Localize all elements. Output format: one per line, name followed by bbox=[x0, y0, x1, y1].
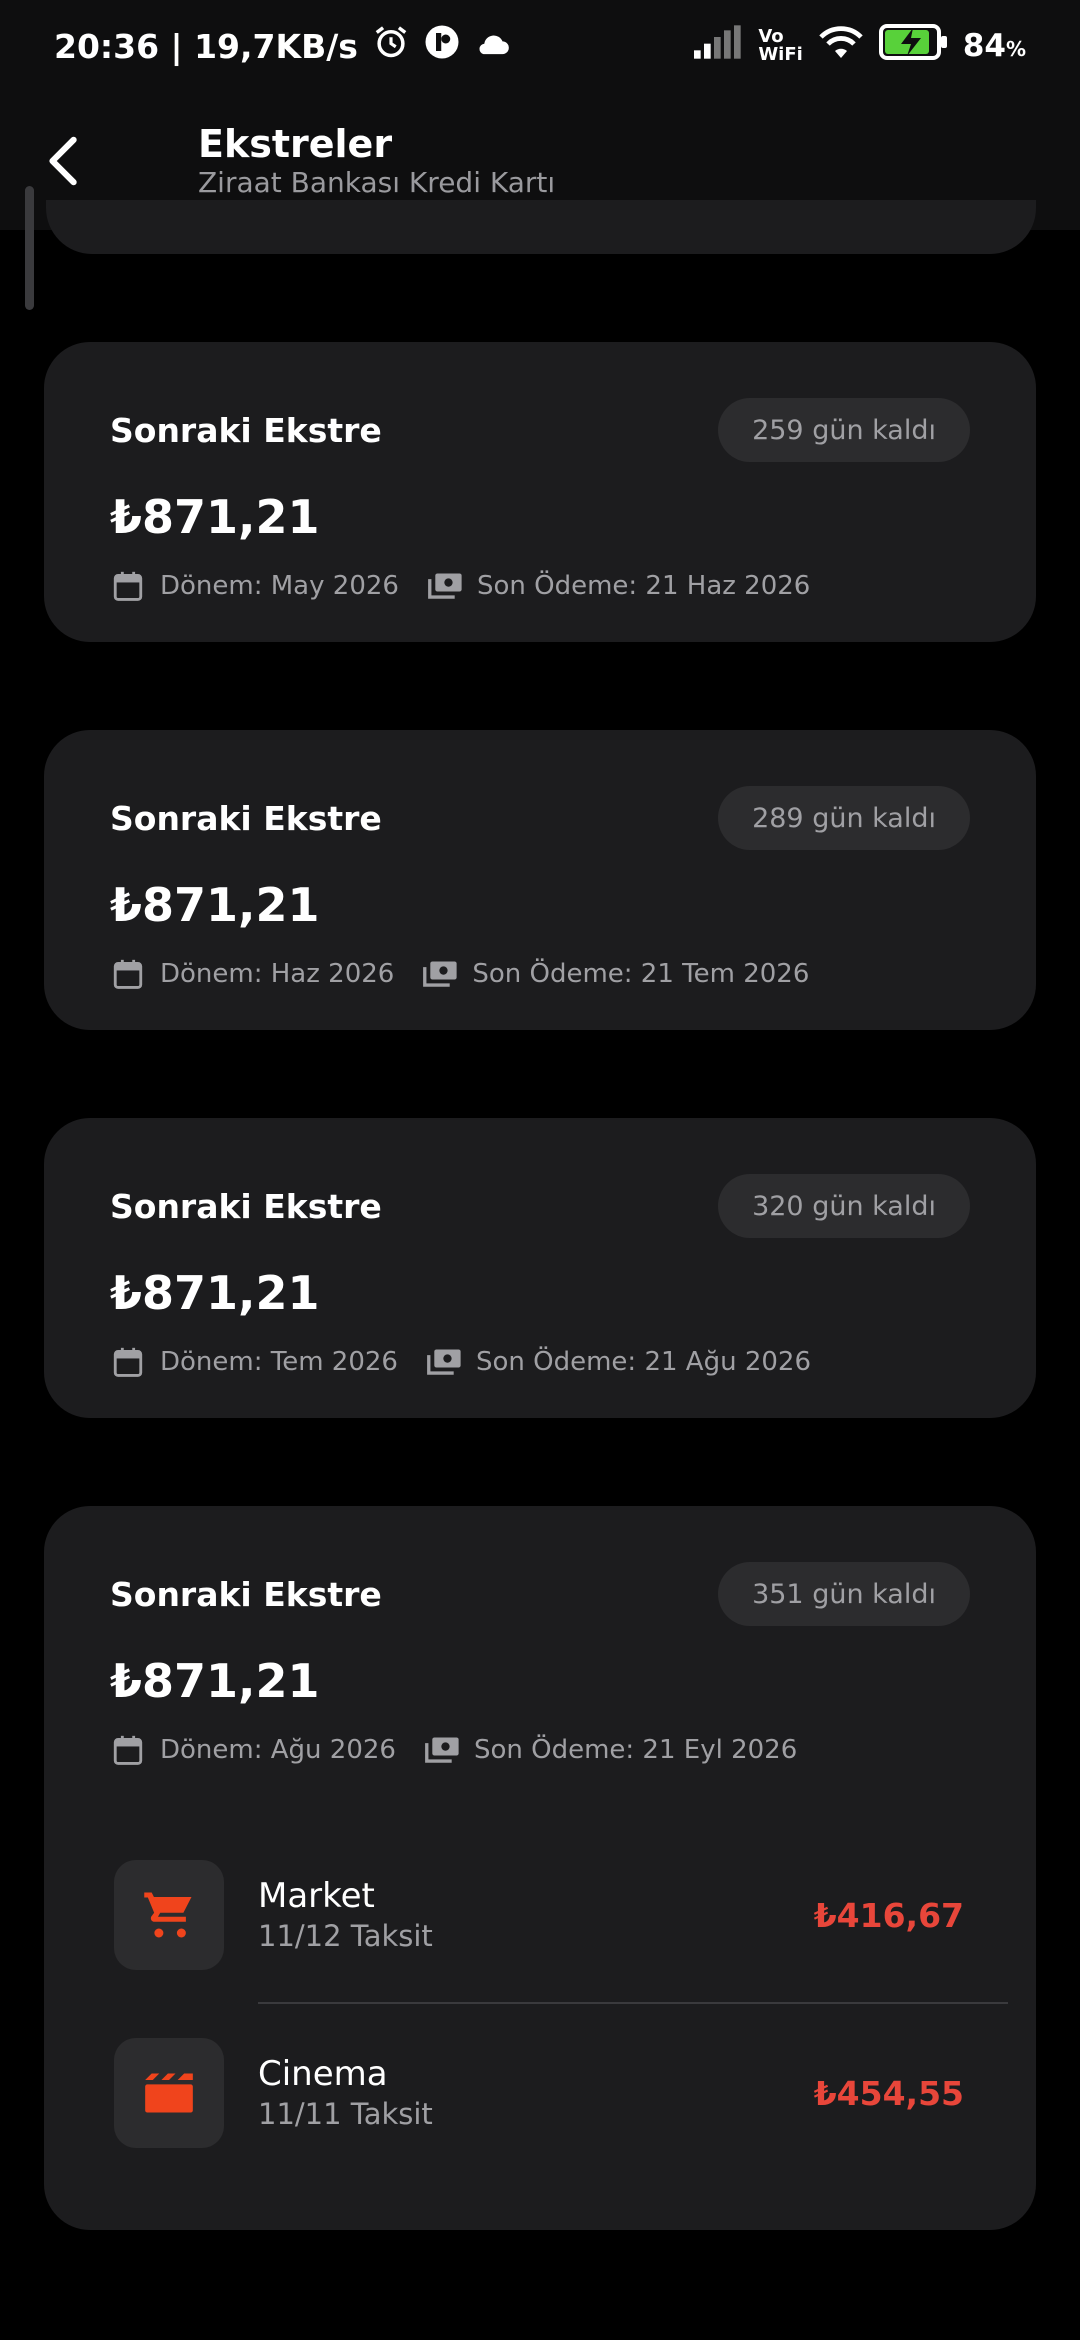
statement-amount: ₺871,21 bbox=[110, 1654, 320, 1708]
payments-icon bbox=[427, 568, 463, 604]
transaction-icon-box bbox=[114, 1860, 224, 1970]
period-text: Dönem: Ağu 2026 bbox=[160, 1735, 396, 1765]
due-date-info: Son Ödeme: 21 Haz 2026 bbox=[427, 568, 810, 604]
payments-icon bbox=[426, 1344, 462, 1380]
payments-icon bbox=[424, 1732, 460, 1768]
transaction-row[interactable]: Cinema 11/11 Taksit ₺454,55 bbox=[114, 2038, 1008, 2148]
card-meta: Dönem: Tem 2026 Son Ödeme: 21 Ağu 2026 bbox=[110, 1340, 839, 1384]
card-meta: Dönem: Ağu 2026 Son Ödeme: 21 Eyl 2026 bbox=[110, 1728, 825, 1772]
transaction-text: Cinema 11/11 Taksit bbox=[258, 2053, 814, 2133]
days-remaining-badge: 320 gün kaldı bbox=[718, 1174, 970, 1238]
card-title: Sonraki Ekstre bbox=[110, 1186, 382, 1226]
statement-amount: ₺871,21 bbox=[110, 1266, 320, 1320]
due-date-text: Son Ödeme: 21 Ağu 2026 bbox=[475, 1347, 812, 1377]
back-arrow-icon bbox=[49, 136, 77, 186]
movie-clapper-icon bbox=[145, 2073, 193, 2113]
period-text: Dönem: Haz 2026 bbox=[160, 959, 395, 989]
statement-amount: ₺871,21 bbox=[110, 878, 320, 932]
calendar-icon bbox=[110, 1344, 146, 1380]
page-subtitle: Ziraat Bankası Kredi Kartı bbox=[198, 166, 556, 199]
card-header: Sonraki Ekstre 320 gün kaldı bbox=[110, 1174, 970, 1238]
days-remaining-badge: 259 gün kaldı bbox=[718, 398, 970, 462]
transaction-icon-box bbox=[114, 2038, 224, 2148]
card-title: Sonraki Ekstre bbox=[110, 1574, 382, 1614]
due-date-info: Son Ödeme: 21 Ağu 2026 bbox=[426, 1344, 811, 1380]
transaction-row[interactable]: Market 11/12 Taksit ₺416,67 bbox=[114, 1860, 1008, 1970]
transaction-amount: ₺454,55 bbox=[813, 2073, 964, 2113]
card-header: Sonraki Ekstre 289 gün kaldı bbox=[110, 786, 970, 850]
due-date-text: Son Ödeme: 21 Tem 2026 bbox=[472, 959, 810, 989]
calendar-icon bbox=[110, 956, 146, 992]
statement-card-expanded[interactable]: Sonraki Ekstre 351 gün kaldı ₺871,21 Dön… bbox=[44, 1506, 1036, 2230]
period-info: Dönem: Haz 2026 bbox=[110, 956, 394, 992]
period-info: Dönem: May 2026 bbox=[110, 568, 399, 604]
cloud-icon bbox=[474, 27, 512, 66]
previous-card-edge[interactable] bbox=[46, 200, 1036, 254]
title-block: Ekstreler Ziraat Bankası Kredi Kartı bbox=[198, 122, 555, 200]
due-date-text: Son Ödeme: 21 Eyl 2026 bbox=[473, 1735, 798, 1765]
period-info: Dönem: Ağu 2026 bbox=[110, 1732, 396, 1768]
page-title: Ekstreler bbox=[198, 122, 393, 166]
scrollbar-thumb[interactable] bbox=[25, 186, 34, 310]
battery-percent: 84% bbox=[962, 28, 1026, 64]
calendar-icon bbox=[110, 568, 146, 604]
statement-card[interactable]: Sonraki Ekstre 320 gün kaldı ₺871,21 Dön… bbox=[44, 1118, 1036, 1418]
due-date-info: Son Ödeme: 21 Eyl 2026 bbox=[424, 1732, 797, 1768]
due-date-text: Son Ödeme: 21 Haz 2026 bbox=[476, 571, 811, 601]
transaction-installment: 11/11 Taksit bbox=[258, 2097, 433, 2131]
transaction-amount: ₺416,67 bbox=[813, 1895, 964, 1935]
vowifi-indicator: Vo WiFi bbox=[758, 26, 803, 65]
alarm-icon bbox=[372, 23, 410, 69]
card-meta: Dönem: Haz 2026 Son Ödeme: 21 Tem 2026 bbox=[110, 952, 837, 996]
status-time-speed: 20:36 | 19,7KB/s bbox=[54, 26, 358, 66]
days-remaining-badge: 351 gün kaldı bbox=[718, 1562, 970, 1626]
transaction-name: Cinema bbox=[258, 2054, 388, 2094]
transaction-installment: 11/12 Taksit bbox=[258, 1919, 433, 1953]
signal-icon bbox=[694, 25, 744, 67]
cart-icon bbox=[144, 1892, 192, 1938]
statement-card[interactable]: Sonraki Ekstre 289 gün kaldı ₺871,21 Dön… bbox=[44, 730, 1036, 1030]
status-bar: 20:36 | 19,7KB/s Vo WiFi 84% bbox=[0, 0, 1080, 92]
card-meta: Dönem: May 2026 Son Ödeme: 21 Haz 2026 bbox=[110, 564, 838, 608]
card-header: Sonraki Ekstre 351 gün kaldı bbox=[110, 1562, 970, 1626]
transaction-text: Market 11/12 Taksit bbox=[258, 1875, 814, 1955]
transaction-name: Market bbox=[258, 1876, 375, 1916]
app-notification-icon bbox=[424, 24, 460, 68]
period-text: Dönem: Tem 2026 bbox=[160, 1347, 398, 1377]
calendar-icon bbox=[110, 1732, 146, 1768]
card-title: Sonraki Ekstre bbox=[110, 798, 382, 838]
period-text: Dönem: May 2026 bbox=[160, 571, 399, 601]
statement-card[interactable]: Sonraki Ekstre 259 gün kaldı ₺871,21 Dön… bbox=[44, 342, 1036, 642]
back-button[interactable] bbox=[24, 121, 104, 201]
statement-amount: ₺871,21 bbox=[110, 490, 320, 544]
battery-icon bbox=[878, 24, 949, 68]
card-header: Sonraki Ekstre 259 gün kaldı bbox=[110, 398, 970, 462]
payments-icon bbox=[422, 956, 458, 992]
card-title: Sonraki Ekstre bbox=[110, 410, 382, 450]
days-remaining-badge: 289 gün kaldı bbox=[718, 786, 970, 850]
due-date-info: Son Ödeme: 21 Tem 2026 bbox=[422, 956, 809, 992]
divider bbox=[258, 2002, 1008, 2004]
wifi-icon bbox=[817, 23, 865, 69]
period-info: Dönem: Tem 2026 bbox=[110, 1344, 398, 1380]
